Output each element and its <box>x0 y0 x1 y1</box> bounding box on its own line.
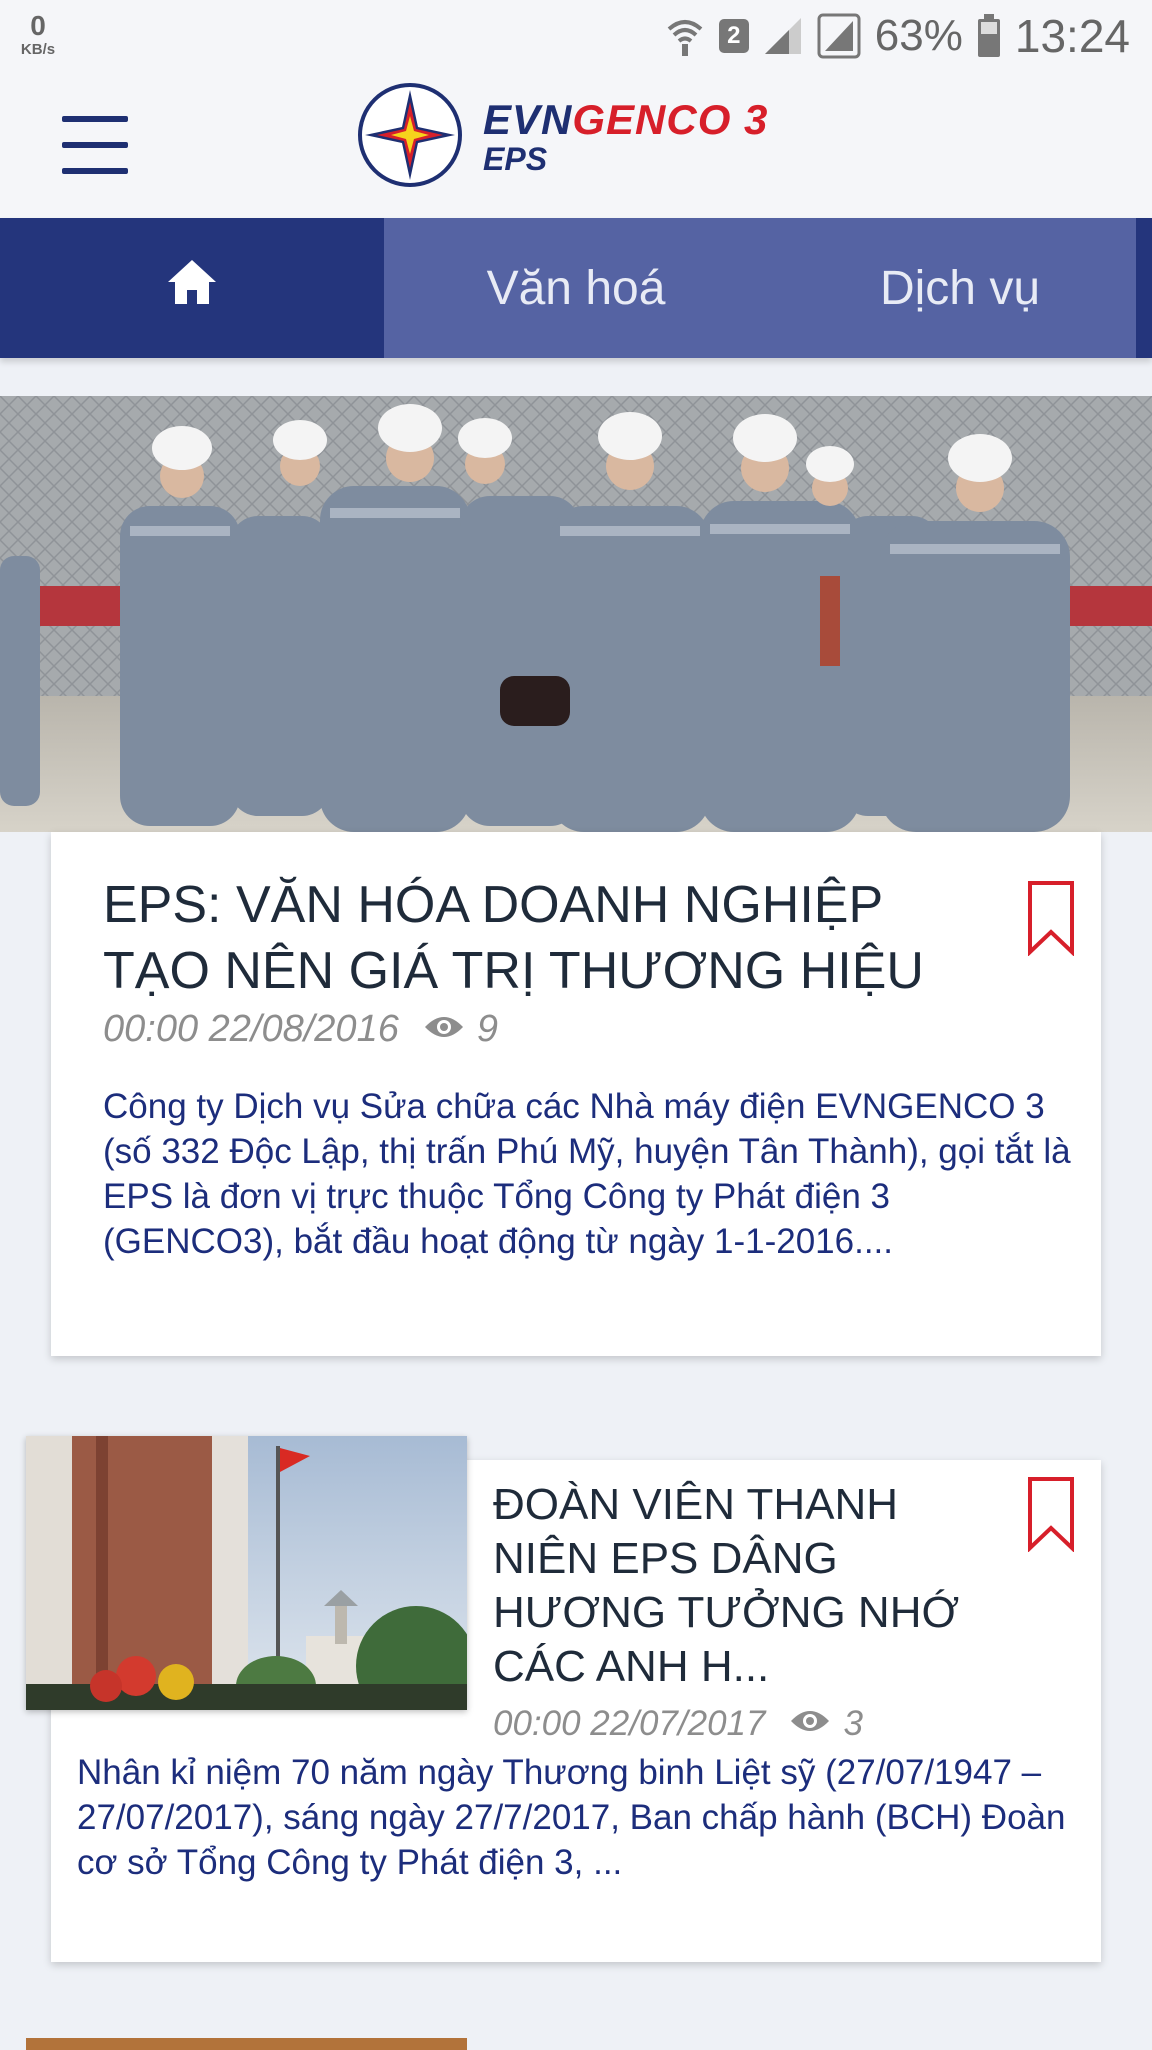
article-meta: 00:00 22/08/2016 9 <box>103 1008 498 1051</box>
sim-slot-indicator: 2 <box>718 19 749 53</box>
network-speed-value: 0 <box>30 10 46 41</box>
hamburger-menu-icon[interactable] <box>62 110 128 180</box>
bookmark-icon[interactable] <box>1027 1476 1075 1557</box>
logo-star-emblem-icon <box>357 82 463 193</box>
article-title[interactable]: EPS: VĂN HÓA DOANH NGHIỆP TẠO NÊN GIÁ TR… <box>103 872 983 1004</box>
eye-icon <box>423 1008 465 1051</box>
article-datetime: 00:00 22/08/2016 <box>103 1008 399 1050</box>
article-title[interactable]: ĐOÀN VIÊN THANH NIÊN EPS DÂNG HƯƠNG TƯỞN… <box>493 1478 993 1694</box>
status-icons: 2 63% 13:24 <box>665 10 1130 62</box>
network-speed-unit: KB/s <box>20 41 56 58</box>
network-speed: 0 KB/s <box>14 10 62 58</box>
brand-name-part2: GENCO 3 <box>572 96 769 143</box>
brand-subname: EPS <box>483 141 548 177</box>
brand-logo[interactable]: EVNGENCO 3 EPS <box>357 82 768 193</box>
battery-icon <box>977 14 1001 58</box>
bookmark-icon[interactable] <box>1027 880 1075 961</box>
featured-article-image[interactable] <box>0 396 1152 832</box>
home-icon <box>166 258 218 318</box>
article-view-count: 3 <box>843 1704 863 1743</box>
signal-strength-2-icon <box>817 13 861 59</box>
article-view-count: 9 <box>476 1008 498 1050</box>
clock: 13:24 <box>1014 10 1130 62</box>
category-tabs: Văn hoá Dịch vụ <box>0 218 1152 358</box>
app-header: EVNGENCO 3 EPS <box>0 72 1152 218</box>
wifi-calling-icon <box>665 15 705 57</box>
article-excerpt: Công ty Dịch vụ Sửa chữa các Nhà máy điệ… <box>103 1087 1071 1261</box>
tab-services[interactable]: Dịch vụ <box>768 218 1152 358</box>
article-thumbnail[interactable] <box>26 2038 467 2050</box>
tab-scroll-edge <box>1136 218 1152 358</box>
article-card[interactable]: EPS: VĂN HÓA DOANH NGHIỆP TẠO NÊN GIÁ TR… <box>51 832 1101 1356</box>
battery-percent: 63% <box>874 11 963 60</box>
brand-name-part1: EVN <box>483 96 573 143</box>
article-meta: 00:00 22/07/2017 3 <box>493 1704 863 1744</box>
article-excerpt: Nhân kỉ niệm 70 năm ngày Thương binh Liệ… <box>77 1753 1066 1882</box>
article-datetime: 00:00 22/07/2017 <box>493 1704 766 1743</box>
brand-name: EVNGENCO 3 <box>483 99 768 141</box>
tab-culture[interactable]: Văn hoá <box>384 218 768 358</box>
signal-strength-icon <box>763 16 803 56</box>
eye-icon <box>789 1704 831 1744</box>
article-thumbnail[interactable] <box>26 1436 467 1710</box>
status-bar: 0 KB/s 2 63% 13:24 <box>0 0 1152 72</box>
tab-home[interactable] <box>0 218 384 358</box>
